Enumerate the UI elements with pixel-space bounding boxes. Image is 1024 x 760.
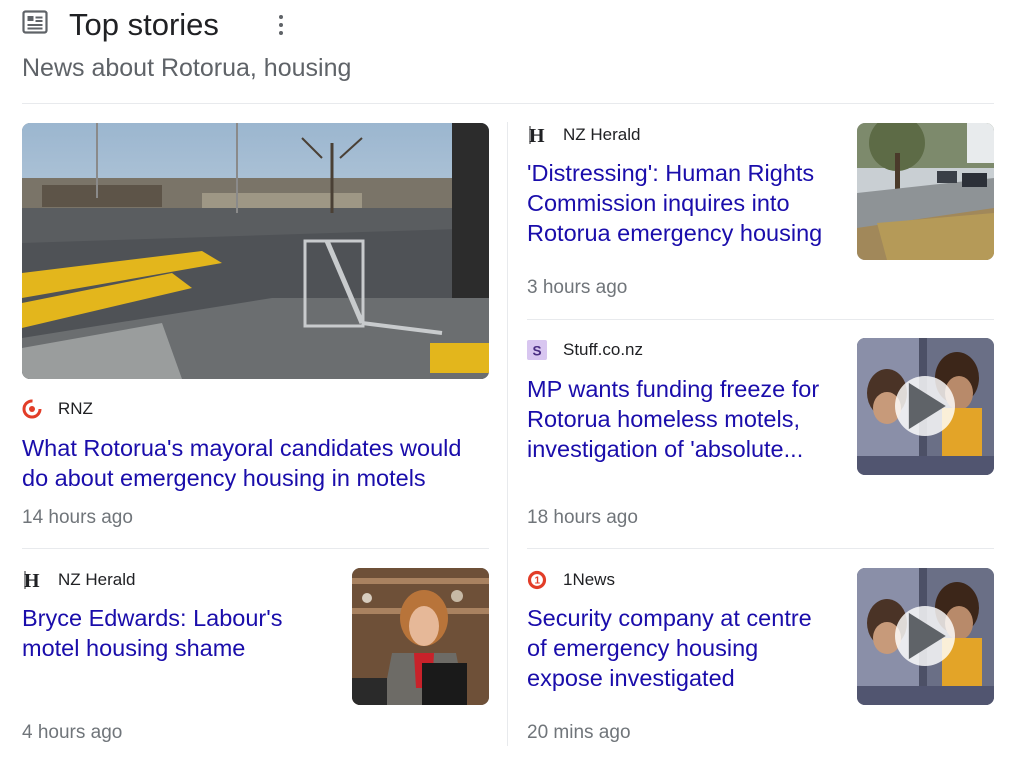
story-thumbnail[interactable] bbox=[352, 568, 489, 705]
news-icon bbox=[22, 10, 48, 34]
source-name: NZ Herald bbox=[563, 125, 641, 144]
row-divider bbox=[527, 548, 994, 549]
svg-text:H: H bbox=[529, 125, 545, 146]
story-thumbnail[interactable] bbox=[857, 568, 994, 705]
row-divider bbox=[527, 319, 994, 320]
source-name: 1News bbox=[563, 570, 615, 589]
source-name: NZ Herald bbox=[58, 570, 136, 589]
story-headline[interactable]: Security company at centre of emergency … bbox=[527, 603, 837, 693]
source-name: RNZ bbox=[58, 399, 93, 418]
section-title: Top stories bbox=[69, 7, 219, 42]
story-headline[interactable]: Bryce Edwards: Labour's motel housing sh… bbox=[22, 603, 332, 663]
story-thumbnail[interactable] bbox=[857, 123, 994, 260]
svg-text:1: 1 bbox=[535, 576, 541, 587]
story-source: RNZ bbox=[22, 399, 93, 419]
row-divider bbox=[22, 548, 489, 549]
story-source: S Stuff.co.nz bbox=[527, 340, 643, 360]
story-timestamp: 14 hours ago bbox=[22, 507, 133, 528]
nz-herald-logo-icon: H bbox=[22, 570, 42, 591]
story-headline[interactable]: 'Distressing': Human Rights Commission i… bbox=[527, 158, 837, 248]
column-divider bbox=[507, 122, 508, 746]
svg-text:H: H bbox=[24, 570, 40, 591]
story-timestamp: 3 hours ago bbox=[527, 277, 628, 298]
source-name: Stuff.co.nz bbox=[563, 340, 644, 359]
play-button[interactable] bbox=[895, 376, 955, 436]
more-vert-icon[interactable] bbox=[272, 12, 290, 38]
section-subtitle: News about Rotorua, housing bbox=[22, 54, 352, 82]
story-source: H NZ Herald bbox=[527, 125, 641, 146]
story-source: 1 1News bbox=[527, 570, 615, 590]
story-timestamp: 18 hours ago bbox=[527, 507, 638, 528]
nz-herald-logo-icon: H bbox=[527, 125, 547, 146]
rnz-logo-icon bbox=[22, 399, 42, 419]
header-divider bbox=[22, 103, 994, 104]
story-thumbnail[interactable] bbox=[22, 123, 489, 379]
story-headline[interactable]: MP wants funding freeze for Rotorua home… bbox=[527, 374, 837, 464]
play-button[interactable] bbox=[895, 606, 955, 666]
story-headline[interactable]: What Rotorua's mayoral candidates would … bbox=[22, 433, 489, 493]
story-thumbnail[interactable] bbox=[857, 338, 994, 475]
story-source: H NZ Herald bbox=[22, 570, 136, 591]
1news-logo-icon: 1 bbox=[527, 570, 547, 590]
svg-text:S: S bbox=[532, 343, 541, 358]
story-timestamp: 4 hours ago bbox=[22, 722, 123, 743]
stuff-logo-icon: S bbox=[527, 340, 547, 360]
story-timestamp: 20 mins ago bbox=[527, 722, 631, 743]
